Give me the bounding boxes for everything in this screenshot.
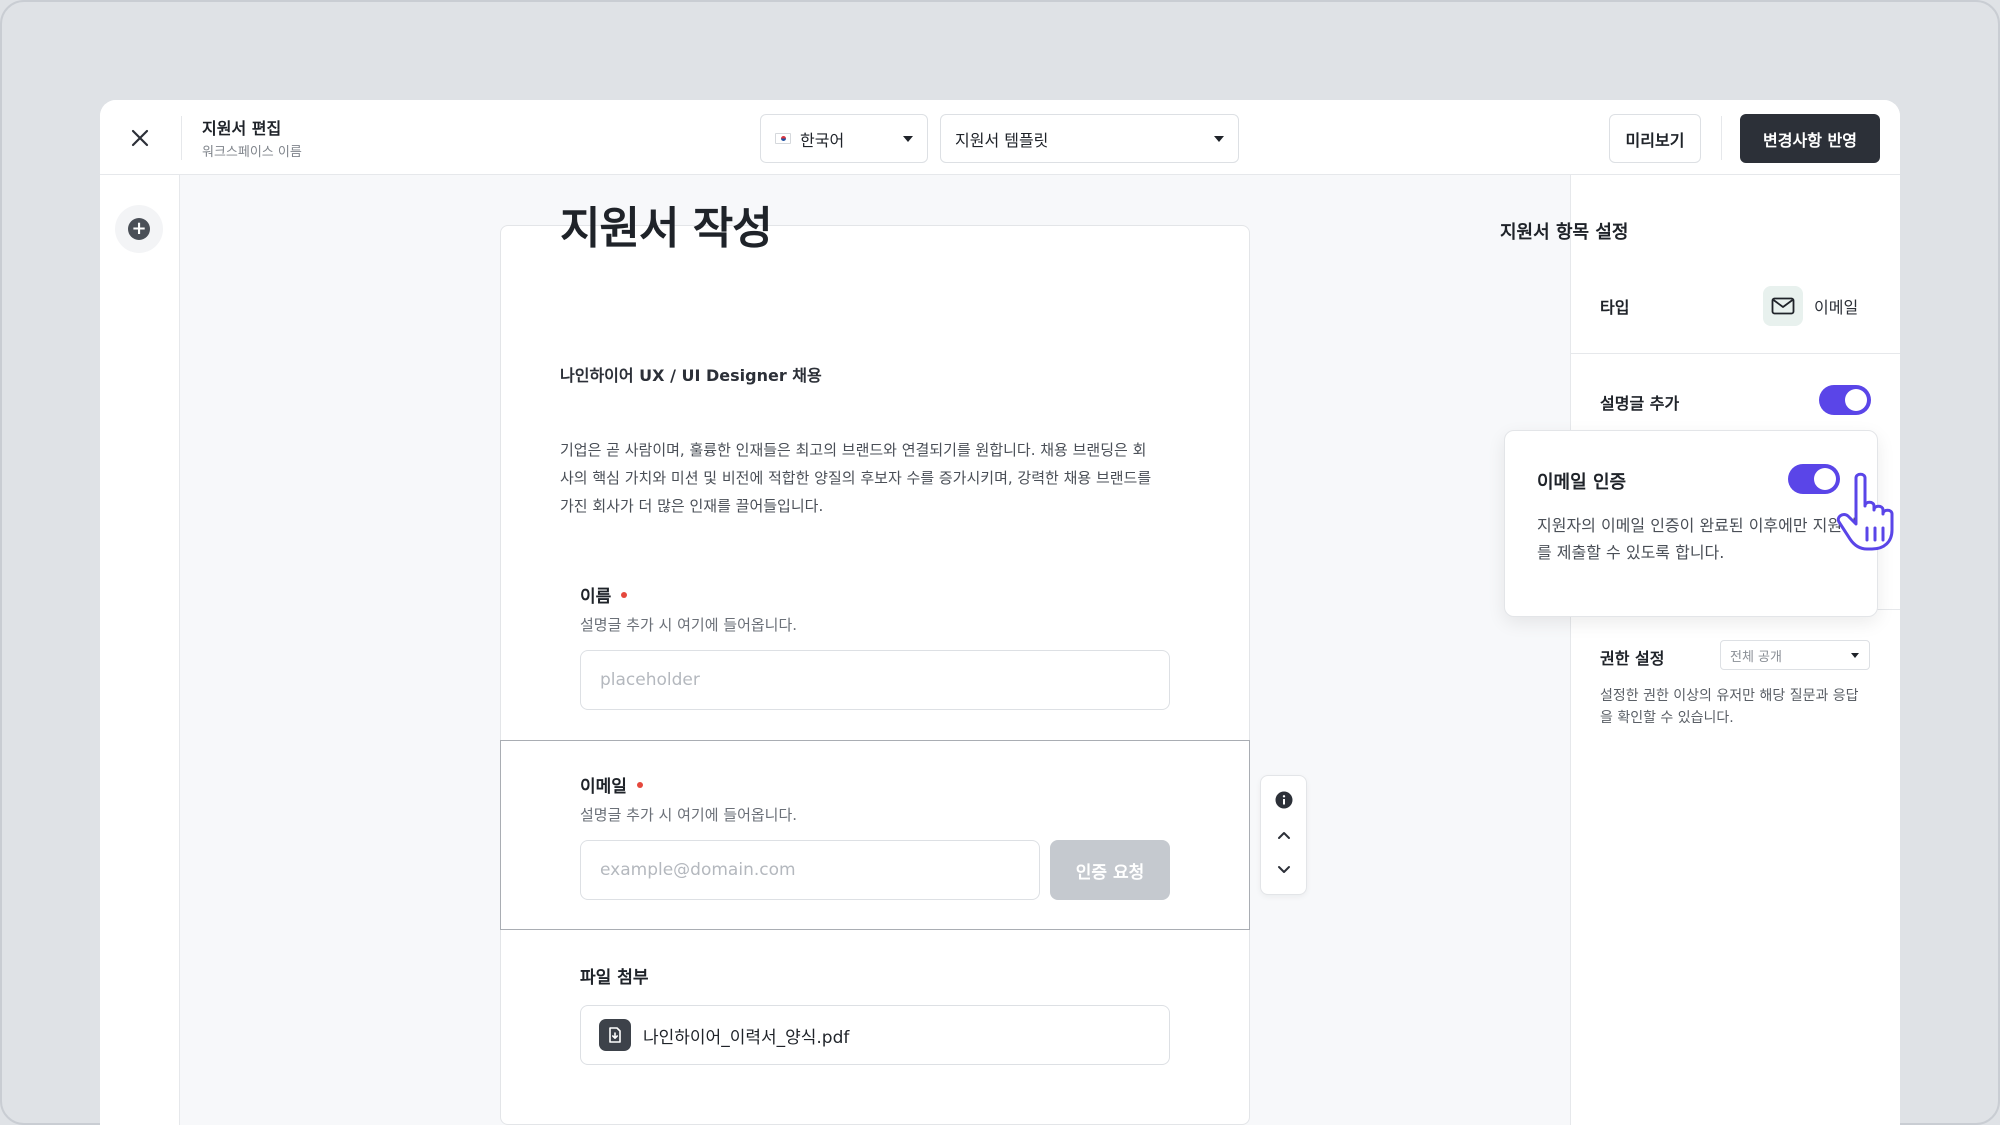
email-field-help: 설명글 추가 시 여기에 들어옵니다. xyxy=(580,806,798,824)
plus-icon: + xyxy=(128,218,150,240)
permission-select[interactable]: 전체 공개 xyxy=(1720,640,1870,670)
move-up-button[interactable] xyxy=(1272,823,1296,847)
chevron-down-icon xyxy=(1278,866,1290,873)
name-input[interactable] xyxy=(580,650,1170,710)
apply-changes-button[interactable]: 변경사항 반영 xyxy=(1740,114,1880,163)
file-field-label: 파일 첨부 xyxy=(580,968,649,988)
info-icon xyxy=(1275,791,1293,809)
header-divider xyxy=(181,116,182,160)
required-dot xyxy=(636,782,643,788)
template-value: 지원서 템플릿 xyxy=(955,130,1049,150)
email-verification-title: 이메일 인증 xyxy=(1537,472,1627,493)
type-label: 타입 xyxy=(1600,298,1630,317)
language-value: 한국어 xyxy=(800,130,845,150)
selected-email-section[interactable] xyxy=(500,740,1250,930)
chevron-down-icon xyxy=(1851,653,1859,658)
email-verification-toggle[interactable] xyxy=(1788,464,1840,494)
name-field-help: 설명글 추가 시 여기에 들어옵니다. xyxy=(580,616,798,634)
close-button[interactable] xyxy=(122,120,158,156)
verify-request-button[interactable]: 인증 요청 xyxy=(1050,840,1170,900)
add-description-label: 설명글 추가 xyxy=(1600,394,1680,413)
workspace-name: 워크스페이스 이름 xyxy=(202,145,302,160)
chevron-down-icon xyxy=(903,136,913,142)
permission-description: 설정한 권한 이상의 유저만 해당 질문과 응답을 확인할 수 있습니다. xyxy=(1600,688,1859,726)
email-verification-description: 지원자의 이메일 인증이 완료된 이후에만 지원서를 제출할 수 있도록 합니다… xyxy=(1537,516,1857,562)
type-value: 이메일 xyxy=(1814,298,1859,317)
mail-icon xyxy=(1763,286,1803,326)
file-download-icon xyxy=(599,1019,631,1051)
email-input[interactable] xyxy=(580,840,1040,900)
permission-label: 권한 설정 xyxy=(1600,649,1665,668)
add-description-toggle[interactable] xyxy=(1819,385,1871,415)
email-field-label: 이메일 xyxy=(580,772,643,797)
permission-value: 전체 공개 xyxy=(1730,649,1782,665)
left-rail: + xyxy=(100,175,180,1125)
move-down-button[interactable] xyxy=(1272,858,1296,882)
required-dot xyxy=(621,592,628,598)
hand-cursor-icon xyxy=(1836,472,1894,551)
page-title: 지원서 편집 xyxy=(202,119,282,138)
add-item-button[interactable]: + xyxy=(115,205,163,253)
form-description: 기업은 곧 사람이며, 훌륭한 인재들은 최고의 브랜드와 연결되기를 원합니다… xyxy=(560,441,1152,515)
item-toolbar xyxy=(1260,775,1307,895)
close-icon xyxy=(131,129,149,147)
chevron-down-icon xyxy=(1214,136,1224,142)
panel-title: 지원서 항목 설정 xyxy=(1500,222,1629,243)
korea-flag-icon xyxy=(775,133,791,144)
name-field-label: 이름 xyxy=(580,582,628,607)
template-select[interactable]: 지원서 템플릿 xyxy=(940,114,1239,163)
preview-button[interactable]: 미리보기 xyxy=(1609,114,1701,163)
form-subtitle: 나인하이어 UX / UI Designer 채용 xyxy=(560,366,822,385)
language-select[interactable]: 한국어 xyxy=(760,114,928,163)
form-title: 지원서 작성 xyxy=(560,203,773,254)
chevron-up-icon xyxy=(1278,832,1290,839)
info-button[interactable] xyxy=(1272,788,1296,812)
header-divider xyxy=(1721,116,1722,160)
panel-divider xyxy=(1570,353,1900,354)
file-name: 나인하이어_이력서_양식.pdf xyxy=(643,1027,850,1048)
attached-file[interactable]: 나인하이어_이력서_양식.pdf xyxy=(580,1005,1170,1065)
top-bar: 지원서 편집 워크스페이스 이름 한국어 지원서 템플릿 미리보기 변경사항 반… xyxy=(100,100,1900,175)
